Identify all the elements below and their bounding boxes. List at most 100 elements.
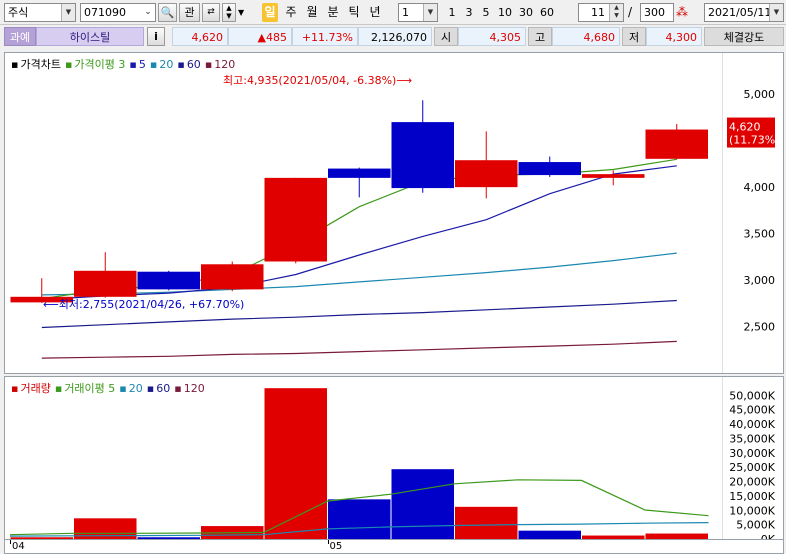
legend-item[interactable]: ▪ 120: [205, 58, 237, 71]
date-select[interactable]: 2021/05/11 ▼: [704, 3, 784, 22]
y-tick-label: 35,000K: [729, 432, 775, 445]
interval-value: 1: [402, 6, 409, 19]
quick-interval-button[interactable]: 5: [478, 3, 494, 22]
candle-body: [264, 177, 327, 262]
volume-chart[interactable]: 50,000K 45,000K40,000K35,000K 30,000K25,00…: [5, 377, 783, 539]
stepper-icon[interactable]: ▲ ▼: [609, 4, 623, 21]
count-total-input[interactable]: 300: [640, 3, 674, 22]
low-price: 4,300: [646, 27, 702, 46]
watchlist-button[interactable]: 관: [179, 3, 200, 22]
price-chart-legend: ▪ 가격차트 ▪ 가격이평 3 ▪ 5 ▪ 20 ▪ 60 ▪ 120: [11, 56, 239, 72]
legend-item[interactable]: ▪ 20: [150, 58, 175, 71]
legend-item[interactable]: ▪ 5: [129, 58, 147, 71]
candle-body: [455, 160, 518, 188]
volume-bar: [10, 537, 73, 539]
search-icon[interactable]: 🔍: [158, 3, 177, 22]
candle-body: [328, 168, 391, 178]
period-tab[interactable]: 분: [325, 3, 341, 22]
quote-bar: 과예 하이스틸 i 4,620 ▲485 +11.73% 2,126,070 시…: [0, 25, 786, 49]
stock-code-value: 071090: [84, 6, 126, 19]
legend-item[interactable]: ▪ 거래이평 5: [55, 382, 117, 395]
market-type-select[interactable]: 주식 ▼: [4, 3, 76, 22]
candle-body: [74, 270, 137, 297]
volume-bar: [328, 499, 391, 539]
legend-item[interactable]: ▪ 가격차트: [11, 58, 63, 71]
date-axis: 04 05: [4, 540, 784, 554]
candle-body: [645, 129, 708, 159]
chevron-down-icon[interactable]: ▼: [769, 4, 783, 21]
chevron-down-icon[interactable]: ▼: [61, 4, 75, 21]
legend-item[interactable]: ▪ 120: [174, 382, 206, 395]
candle-body: [137, 271, 200, 290]
legend-label: 거래이평 5: [64, 382, 116, 395]
volume-chart-panel: 50,000K 45,000K 40,000K 35,000K 30,000K 25,00…: [4, 376, 784, 540]
y-tick-label: 25,000K: [729, 461, 775, 474]
quick-interval-button[interactable]: 10: [495, 3, 515, 22]
x-tick-label: 04: [12, 541, 25, 552]
quick-interval-button[interactable]: 3: [461, 3, 477, 22]
quick-interval-button[interactable]: 60: [537, 3, 557, 22]
quick-interval-button[interactable]: 1: [444, 3, 460, 22]
legend-label: 가격차트: [20, 58, 61, 71]
period-tab[interactable]: 년: [367, 3, 383, 22]
interval-select[interactable]: 1 ▼: [398, 3, 438, 22]
x-tick-mark: [10, 540, 11, 544]
open-price: 4,305: [458, 27, 526, 46]
legend-label: 거래량: [20, 382, 51, 395]
period-tab[interactable]: 틱: [346, 3, 362, 22]
high-label: 고: [528, 27, 552, 46]
date-value: 2021/05/11: [708, 6, 772, 19]
settings-grid-icon[interactable]: ⁂: [676, 3, 692, 22]
y-tick-label: 4,000: [744, 181, 776, 194]
candle-body: [201, 264, 264, 290]
count-input[interactable]: 11 ▲ ▼: [578, 3, 624, 22]
period-tabs: 일주월분틱년: [262, 3, 392, 22]
y-tick-label: 50,000K: [729, 389, 775, 402]
current-price: 4,620: [172, 27, 228, 46]
y-tick-label: 2,500: [744, 321, 776, 334]
x-tick-label: 05: [329, 541, 343, 552]
legend-label: 60: [156, 382, 171, 395]
candle-body: [391, 122, 454, 189]
y-tick-label: 0K: [761, 533, 776, 539]
stock-code-input[interactable]: 071090 ⌄: [80, 3, 156, 22]
legend-label: 가격이평 3: [74, 58, 126, 71]
volume-bar: [137, 537, 200, 539]
y-tick-label: 3,000: [744, 274, 776, 287]
price-chart-panel: 5,0004,5004,0003,5003,0002,500최고:4,935(2…: [4, 52, 784, 374]
count-value: 11: [591, 6, 605, 19]
count-total-value: 300: [644, 6, 665, 19]
trade-strength-label[interactable]: 체결강도: [704, 27, 784, 46]
moving-average-line: [41, 340, 677, 359]
period-tab[interactable]: 월: [304, 3, 320, 22]
price-change-percent: +11.73%: [292, 27, 358, 46]
volume-bar: [391, 469, 454, 539]
y-tick-label: 40,000K: [729, 418, 775, 431]
stepper-icon[interactable]: ▲ ▼: [222, 3, 236, 22]
period-tab[interactable]: 주: [283, 3, 299, 22]
legend-item[interactable]: ▪ 가격이평 3: [65, 58, 127, 71]
info-button[interactable]: i: [147, 27, 165, 46]
legend-item[interactable]: ▪ 60: [147, 382, 172, 395]
moving-average-line: [41, 252, 677, 296]
x-tick-mark: [327, 540, 329, 544]
chevron-down-icon[interactable]: ▼: [423, 4, 437, 21]
legend-item[interactable]: ▪ 60: [177, 58, 202, 71]
quick-interval-buttons: 1 3 5 10 30 60: [444, 3, 568, 22]
chevron-down-icon[interactable]: ⌄: [141, 4, 155, 21]
legend-label: 20: [128, 382, 143, 395]
dropdown-arrow-icon[interactable]: ▼: [238, 3, 252, 22]
y-tick-label: 15,000K: [729, 490, 775, 503]
price-chart[interactable]: 5,0004,5004,0003,5003,0002,500최고:4,935(2…: [5, 53, 783, 373]
current-price-badge-pct: (11.73%): [729, 134, 780, 147]
legend-item[interactable]: ▪ 거래량: [11, 382, 53, 395]
period-tab[interactable]: 일: [262, 3, 278, 22]
legend-label: 60: [186, 58, 201, 71]
candle-body: [582, 174, 645, 178]
refresh-icon[interactable]: ⇄: [202, 3, 220, 22]
min-price-annotation: ⟵최저:2,755(2021/04/26, +67.70%): [43, 298, 244, 311]
price-change: ▲485: [228, 27, 292, 46]
open-label: 시: [434, 27, 458, 46]
quick-interval-button[interactable]: 30: [516, 3, 536, 22]
legend-item[interactable]: ▪ 20: [119, 382, 144, 395]
